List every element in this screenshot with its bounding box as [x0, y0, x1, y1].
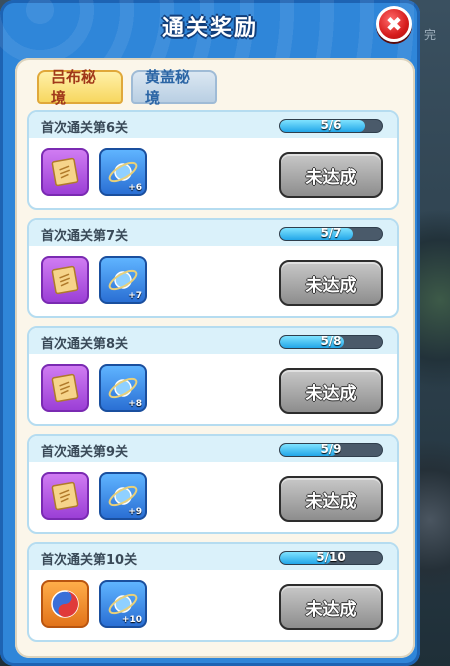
row-title: 首次通关第6关 [41, 121, 129, 136]
item-count: +10 [121, 615, 142, 625]
claim-button[interactable]: 未达成 [279, 584, 383, 630]
orb-icon [51, 590, 79, 618]
scroll-icon [51, 157, 79, 187]
reward-item-scroll[interactable] [41, 148, 89, 196]
reward-row: 首次通关第8关 5/8 +8 未达成 [27, 326, 399, 426]
reward-item-orbit-crystal[interactable]: +10 [99, 580, 147, 628]
row-title: 首次通关第9关 [41, 445, 129, 460]
progress-text: 5/10 [316, 551, 346, 564]
progress-bar: 5/8 [279, 335, 383, 349]
reward-list: 首次通关第6关 5/6 +6 未达成 首次通关第7关 5/7 +7 未达成 首次… [27, 110, 399, 650]
progress-bar: 5/10 [279, 551, 383, 565]
claim-button[interactable]: 未达成 [279, 476, 383, 522]
claim-button[interactable]: 未达成 [279, 260, 383, 306]
item-count: +8 [128, 399, 142, 409]
reward-item-orbit-crystal[interactable]: +6 [99, 148, 147, 196]
item-count: +6 [128, 183, 142, 193]
item-count: +9 [128, 507, 142, 517]
progress-text: 5/8 [320, 335, 342, 348]
scroll-icon [51, 481, 79, 511]
progress-text: 5/6 [320, 119, 342, 132]
claim-button[interactable]: 未达成 [279, 368, 383, 414]
progress-text: 5/7 [320, 227, 342, 240]
item-count: +7 [128, 291, 142, 301]
reward-row: 首次通关第9关 5/9 +9 未达成 [27, 434, 399, 534]
reward-item-scroll[interactable] [41, 256, 89, 304]
reward-item-orbit-crystal[interactable]: +7 [99, 256, 147, 304]
reward-item-scroll[interactable] [41, 472, 89, 520]
progress-bar: 5/7 [279, 227, 383, 241]
reward-item-orbit-crystal[interactable]: +8 [99, 364, 147, 412]
dialog-title: 通关奖励 [161, 16, 258, 41]
row-title: 首次通关第10关 [41, 553, 138, 568]
progress-bar: 5/6 [279, 119, 383, 133]
reward-dialog: 通关奖励 ✖ 吕布秘境 黄盖秘境 首次通关第6关 5/6 +6 未达成 首次通关… [0, 0, 420, 666]
close-icon: ✖ [385, 12, 403, 36]
row-title: 首次通关第7关 [41, 229, 129, 244]
claim-button[interactable]: 未达成 [279, 152, 383, 198]
tab-huanggai[interactable]: 黄盖秘境 [131, 68, 217, 107]
progress-bar: 5/9 [279, 443, 383, 457]
reward-row: 首次通关第7关 5/7 +7 未达成 [27, 218, 399, 318]
row-title: 首次通关第8关 [41, 337, 129, 352]
progress-text: 5/9 [320, 443, 342, 456]
reward-panel: 吕布秘境 黄盖秘境 首次通关第6关 5/6 +6 未达成 首次通关第7关 5/7… [15, 58, 415, 658]
reward-row: 首次通关第6关 5/6 +6 未达成 [27, 110, 399, 210]
reward-item-scroll[interactable] [41, 364, 89, 412]
scroll-icon [51, 373, 79, 403]
scroll-icon [51, 265, 79, 295]
reward-item-orb[interactable] [41, 580, 89, 628]
tab-bar: 吕布秘境 黄盖秘境 [37, 68, 217, 107]
reward-row: 首次通关第10关 5/10 +10 未达成 [27, 542, 399, 642]
background-label: 完 [423, 28, 436, 42]
tab-lvbu[interactable]: 吕布秘境 [37, 68, 123, 107]
close-button[interactable]: ✖ [376, 6, 412, 42]
reward-item-orbit-crystal[interactable]: +9 [99, 472, 147, 520]
